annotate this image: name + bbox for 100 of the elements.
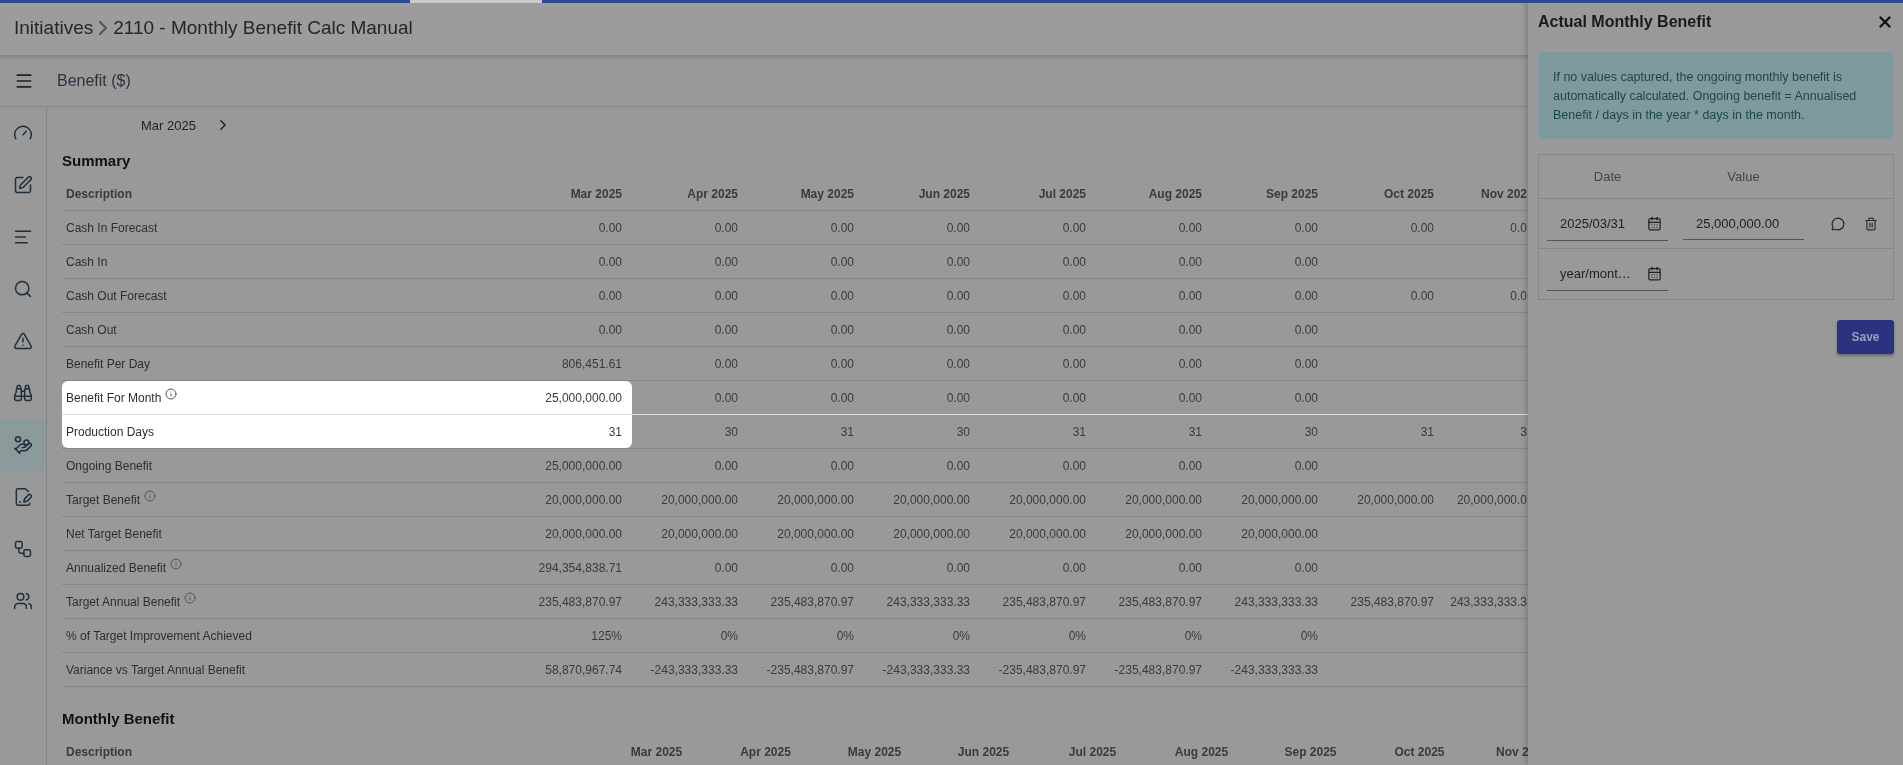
table-cell: 0.00	[1062, 356, 1086, 371]
binoculars-icon	[13, 383, 33, 403]
table-cell: 0.00	[1294, 356, 1318, 371]
month-label: Mar 2025	[141, 117, 196, 133]
row-label: Benefit Per Day	[66, 356, 151, 371]
table-cell: 243,333,333.33	[886, 594, 970, 609]
table-cell: 0.00	[1294, 390, 1318, 405]
column-header: Value	[1726, 169, 1761, 184]
table-cell: -235,483,870.97	[998, 662, 1086, 677]
delete-button[interactable]	[1864, 216, 1878, 231]
column-header: Apr 2025	[687, 186, 738, 201]
table-cell: 31	[608, 424, 622, 439]
table-cell: 0.00	[714, 288, 738, 303]
table-cell: 0.00	[714, 322, 738, 337]
table-cell: 0.00	[946, 560, 970, 575]
table-cell: 20,000,000.00	[1009, 492, 1086, 507]
calendar-icon[interactable]	[1647, 266, 1662, 281]
chevron-icon	[99, 20, 108, 35]
info-icon[interactable]	[165, 387, 178, 400]
value-field[interactable]: 25,000,000.00	[1683, 207, 1804, 240]
table-cell: 20,000,000.00	[1357, 492, 1434, 507]
table-cell: 0.00	[946, 458, 970, 473]
table-cell: 0.00	[1410, 220, 1434, 235]
table-cell: 58,870,967.74	[545, 662, 622, 677]
table-cell: 0.00	[830, 390, 854, 405]
table-cell: 0.00	[946, 220, 970, 235]
table-cell: 0.00	[598, 220, 622, 235]
row-label: Benefit For Month	[66, 390, 162, 405]
sidebar-item[interactable]	[0, 419, 46, 471]
table-cell: 0.00	[714, 390, 738, 405]
table-cell: 20,000,000.00	[1125, 492, 1202, 507]
column-header: Description	[66, 186, 132, 201]
row-label: % of Target Improvement Achieved	[66, 628, 252, 643]
row-label: Target Benefit	[66, 492, 141, 507]
breadcrumb-link[interactable]: Initiatives	[14, 16, 94, 39]
table-cell: 0.00	[1062, 254, 1086, 269]
table-cell: 0.00	[1062, 322, 1086, 337]
table-cell: 0.00	[1294, 560, 1318, 575]
table-cell: 0.00	[1178, 356, 1202, 371]
table-cell: 0.00	[1178, 288, 1202, 303]
table-cell: 20,000,000.00	[661, 492, 738, 507]
comment-button[interactable]	[1831, 216, 1845, 231]
table-cell: 125%	[591, 628, 622, 643]
row-label: Production Days	[66, 424, 155, 439]
next-month-icon[interactable]	[219, 120, 226, 130]
table-cell: 0.00	[714, 356, 738, 371]
save-button[interactable]: Save	[1837, 320, 1894, 354]
table-cell: 0.00	[1062, 390, 1086, 405]
column-header: Description	[66, 744, 132, 759]
table-cell: 0.00	[1178, 390, 1202, 405]
date-field[interactable]: 2025/03/31	[1547, 206, 1668, 241]
warning-icon	[13, 331, 33, 351]
table-cell: 0.00	[1178, 254, 1202, 269]
table-cell: 0.00	[1062, 288, 1086, 303]
row-label: Cash In	[66, 254, 108, 269]
table-cell: 0%	[836, 628, 854, 643]
table-cell: 30	[1304, 424, 1318, 439]
lines-icon	[13, 227, 33, 247]
table-cell: 20,000,000.00	[1241, 526, 1318, 541]
table-cell: 0.00	[830, 560, 854, 575]
page-title: 2110 - Monthly Benefit Calc Manual	[113, 16, 413, 39]
table-cell: 0.00	[1062, 220, 1086, 235]
table-cell: 20,000,000.0	[1456, 492, 1527, 507]
row-label: Target Annual Benefit	[66, 594, 181, 609]
table-cell: 806,451.61	[561, 356, 622, 371]
table-cell: 0.00	[714, 560, 738, 575]
table-cell: 0.00	[830, 458, 854, 473]
table-cell: 20,000,000.00	[777, 526, 854, 541]
table-cell: 0.00	[1062, 458, 1086, 473]
column-header: Sep 2025	[1284, 744, 1337, 759]
row-label: Annualized Benefit	[66, 560, 167, 575]
table-cell: 0.0	[1510, 220, 1527, 235]
row-label: Ongoing Benefit	[66, 458, 153, 473]
column-header: May 2025	[800, 186, 854, 201]
table-cell: 235,483,870.97	[770, 594, 854, 609]
table-cell: 30	[724, 424, 738, 439]
table-cell: 31	[1188, 424, 1202, 439]
table-cell: 235,483,870.97	[1002, 594, 1086, 609]
column-header: Nov 202	[1480, 186, 1527, 201]
table-cell: -235,483,870.97	[1114, 662, 1202, 677]
hand-coins-icon	[13, 435, 33, 455]
table-cell: -243,333,333.33	[882, 662, 970, 677]
table-cell: 0.00	[1178, 220, 1202, 235]
table-cell: 0.00	[714, 458, 738, 473]
table-cell: 30	[956, 424, 970, 439]
column-header: Jul 2025	[1038, 186, 1086, 201]
date-field[interactable]: year/mont…	[1547, 257, 1668, 291]
column-header: Oct 2025	[1383, 186, 1434, 201]
table-cell: 235,483,870.97	[538, 594, 622, 609]
table-cell: 0.00	[830, 356, 854, 371]
table-cell: 0.00	[598, 322, 622, 337]
table-cell: 243,333,333.3	[1450, 594, 1527, 609]
table-cell: 20,000,000.00	[661, 526, 738, 541]
table-cell: 31	[1072, 424, 1086, 439]
close-button[interactable]	[1876, 13, 1894, 31]
table-cell: 243,333,333.33	[1234, 594, 1318, 609]
column-header: Date	[1592, 169, 1623, 184]
calendar-icon[interactable]	[1647, 215, 1662, 231]
table-cell: 0.00	[1294, 322, 1318, 337]
table-cell: 0.00	[946, 356, 970, 371]
